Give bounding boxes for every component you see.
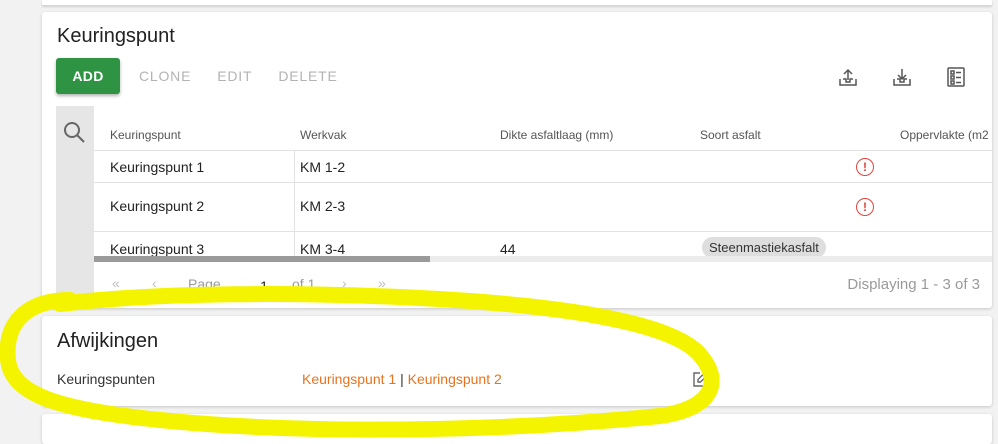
column-header-keuringspunt[interactable]: Keuringspunt <box>110 128 181 142</box>
field-value: Keuringspunt 1 | Keuringspunt 2 <box>302 371 502 387</box>
table-row[interactable]: Keuringspunt 2 KM 2-3 ! <box>94 182 992 231</box>
data-table: Keuringspunt Werkvak Dikte asfaltlaag (m… <box>94 106 992 256</box>
card-title: Afwijkingen <box>57 330 159 352</box>
afwijkingen-card: Afwijkingen Keuringspunten Keuringspunt … <box>42 316 992 406</box>
first-page-icon[interactable]: « <box>112 275 120 291</box>
search-icon[interactable] <box>62 120 88 146</box>
add-button[interactable]: ADD <box>56 58 120 94</box>
page-label: Page <box>188 276 221 292</box>
link-separator: | <box>396 371 408 387</box>
keuringspunt-card: Keuringspunt ADD CLONE EDIT DELETE Keuri… <box>42 12 992 308</box>
toolbar: ADD CLONE EDIT DELETE <box>56 58 345 94</box>
download-icon[interactable] <box>891 66 913 88</box>
cell-keuringspunt: Keuringspunt 3 <box>110 241 205 256</box>
next-card <box>42 414 992 444</box>
edit-icon[interactable] <box>692 371 709 388</box>
asphalt-type-chip: Steenmastiekasfalt <box>702 237 826 256</box>
card-title: Keuringspunt <box>57 25 175 47</box>
clone-button[interactable]: CLONE <box>132 58 198 94</box>
next-page-icon[interactable]: › <box>342 275 347 291</box>
cell-werkvak: KM 3-4 <box>300 241 346 256</box>
last-page-icon[interactable]: » <box>378 275 386 291</box>
search-column <box>56 106 94 308</box>
cell-keuringspunt: Keuringspunt 2 <box>110 198 205 214</box>
table-row[interactable]: Keuringspunt 1 KM 1-2 ! <box>94 150 992 183</box>
prev-page-icon[interactable]: ‹ <box>152 275 157 291</box>
column-header-oppervlakte[interactable]: Oppervlakte (m2 <box>900 128 989 142</box>
column-header-dikte[interactable]: Dikte asfaltlaag (mm) <box>500 128 613 142</box>
cell-werkvak: KM 2-3 <box>300 198 346 214</box>
delete-button[interactable]: DELETE <box>271 58 344 94</box>
cell-werkvak: KM 1-2 <box>300 159 346 175</box>
previous-card <box>42 0 992 6</box>
edit-button[interactable]: EDIT <box>210 58 259 94</box>
pagination: « ‹ Page of 1 › » Displaying 1 - 3 of 3 <box>94 262 992 308</box>
page-input[interactable] <box>240 272 288 301</box>
table-row[interactable]: Keuringspunt 3 KM 3-4 44 Steenmastiekasf… <box>94 231 992 256</box>
column-header-soort-asfalt[interactable]: Soort asfalt <box>700 128 761 142</box>
upload-icon[interactable] <box>837 66 859 88</box>
link-keuringspunt-1[interactable]: Keuringspunt 1 <box>302 371 396 387</box>
page-count: of 1 <box>292 276 316 292</box>
alert-icon: ! <box>856 198 874 216</box>
column-list-icon[interactable] <box>945 66 967 88</box>
displaying-count: Displaying 1 - 3 of 3 <box>847 276 980 293</box>
cell-keuringspunt: Keuringspunt 1 <box>110 159 205 175</box>
cell-dikte: 44 <box>500 241 516 256</box>
alert-icon: ! <box>856 158 874 176</box>
link-keuringspunt-2[interactable]: Keuringspunt 2 <box>408 371 502 387</box>
field-label: Keuringspunten <box>57 371 156 387</box>
column-header-werkvak[interactable]: Werkvak <box>300 128 346 142</box>
